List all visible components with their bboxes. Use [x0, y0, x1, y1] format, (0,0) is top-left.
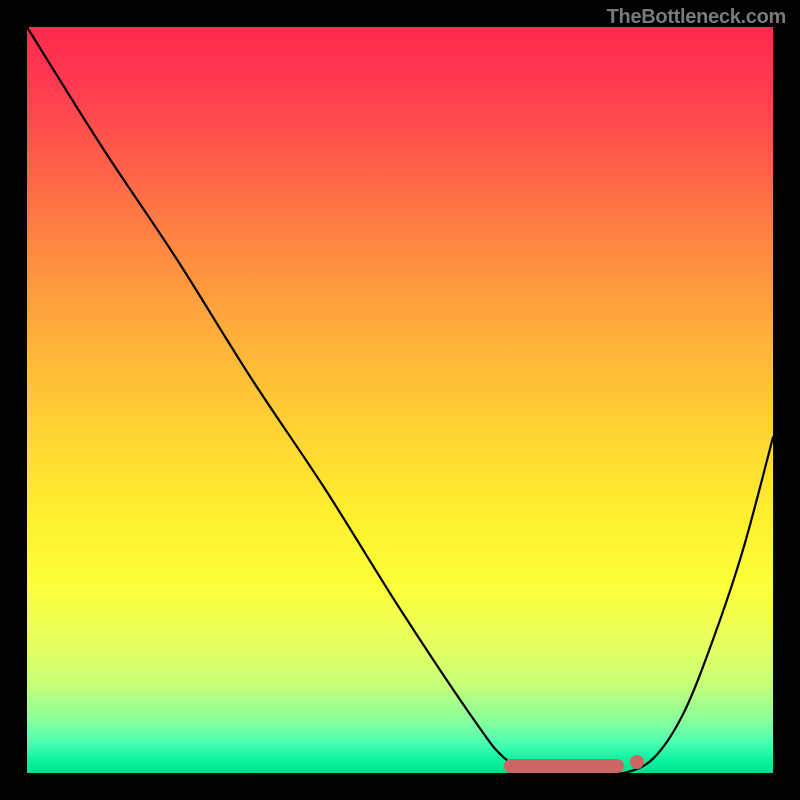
bottleneck-curve	[27, 27, 773, 773]
optimal-end-dot	[630, 755, 644, 769]
watermark-text: TheBottleneck.com	[607, 6, 786, 29]
plot-area	[27, 27, 773, 773]
optimal-range-marker	[504, 759, 623, 773]
